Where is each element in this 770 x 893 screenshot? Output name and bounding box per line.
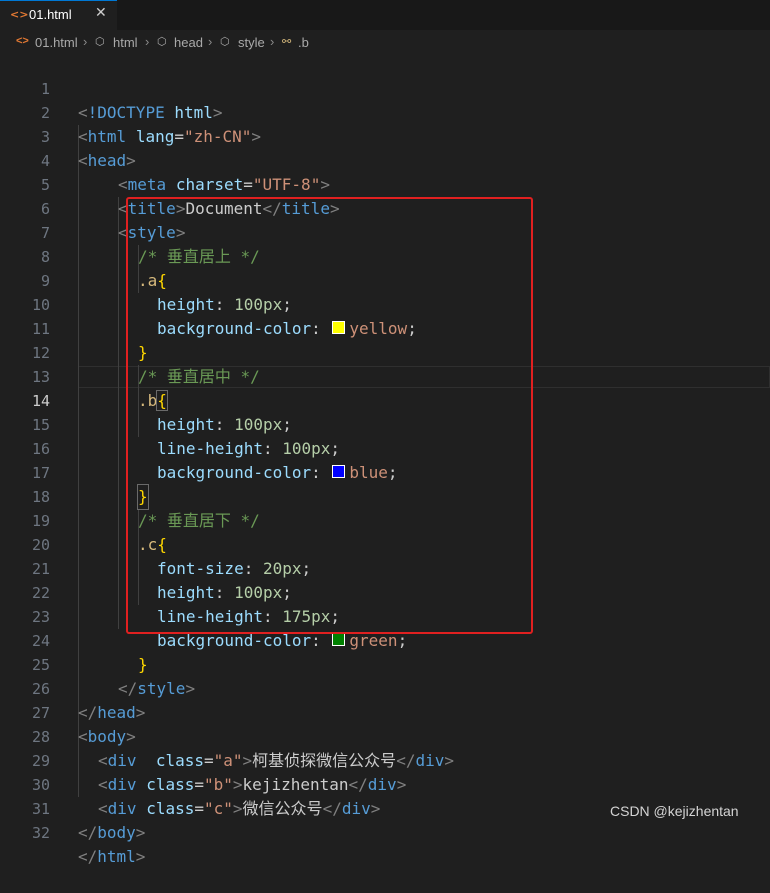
watermark: CSDN @kejizhentan	[610, 803, 739, 819]
tab-label: 01.html	[29, 7, 72, 22]
tab-bar: <> 01.html ✕	[0, 0, 770, 30]
code-line: 26 </head>	[0, 653, 770, 722]
code-line: 3 <head>	[0, 101, 770, 170]
element-icon: ⬡	[157, 36, 167, 48]
breadcrumb-item-html[interactable]: html	[113, 35, 138, 50]
element-icon: ⬡	[95, 36, 105, 48]
code-line: 5 <title>Document</title>	[0, 149, 770, 218]
code-line: 2 <html lang="zh-CN">	[0, 77, 770, 146]
breadcrumb-item-head[interactable]: head	[174, 35, 203, 50]
code-line: 30 <div class="c">微信公众号</div>	[0, 749, 770, 818]
breadcrumb-item-file[interactable]: 01.html	[35, 35, 78, 50]
code-line: 4 <meta charset="UTF-8">	[0, 125, 770, 194]
breadcrumb-item-style[interactable]: style	[238, 35, 265, 50]
code-line: 29 <div class="b">kejizhentan</div>	[0, 725, 770, 794]
html-file-icon: <>	[10, 8, 29, 21]
element-icon: ⬡	[220, 36, 230, 48]
chevron-right-icon: ›	[145, 34, 150, 49]
chevron-right-icon: ›	[270, 34, 275, 49]
close-icon[interactable]: ✕	[95, 5, 107, 21]
code-line: 28 <div class="a">柯基侦探微信公众号</div>	[0, 701, 770, 770]
breadcrumb: <> 01.html › ⬡ html › ⬡ head › ⬡ style ›…	[0, 30, 770, 54]
chevron-right-icon: ›	[83, 34, 88, 49]
code-line: 31 </body>	[0, 773, 770, 842]
html-file-icon: <>	[16, 35, 29, 47]
breadcrumb-item-selector[interactable]: .b	[298, 35, 309, 50]
code-line: 27 <body>	[0, 677, 770, 746]
css-rule-icon: ⚯	[282, 36, 292, 48]
code-line: 6 <style>	[0, 173, 770, 242]
annotation-highlight-box	[126, 197, 533, 634]
code-line: 1 <!DOCTYPE html>	[0, 53, 770, 122]
chevron-right-icon: ›	[208, 34, 213, 49]
line-number: 32	[31, 824, 50, 842]
tab-01-html[interactable]: <> 01.html ✕	[0, 0, 117, 30]
